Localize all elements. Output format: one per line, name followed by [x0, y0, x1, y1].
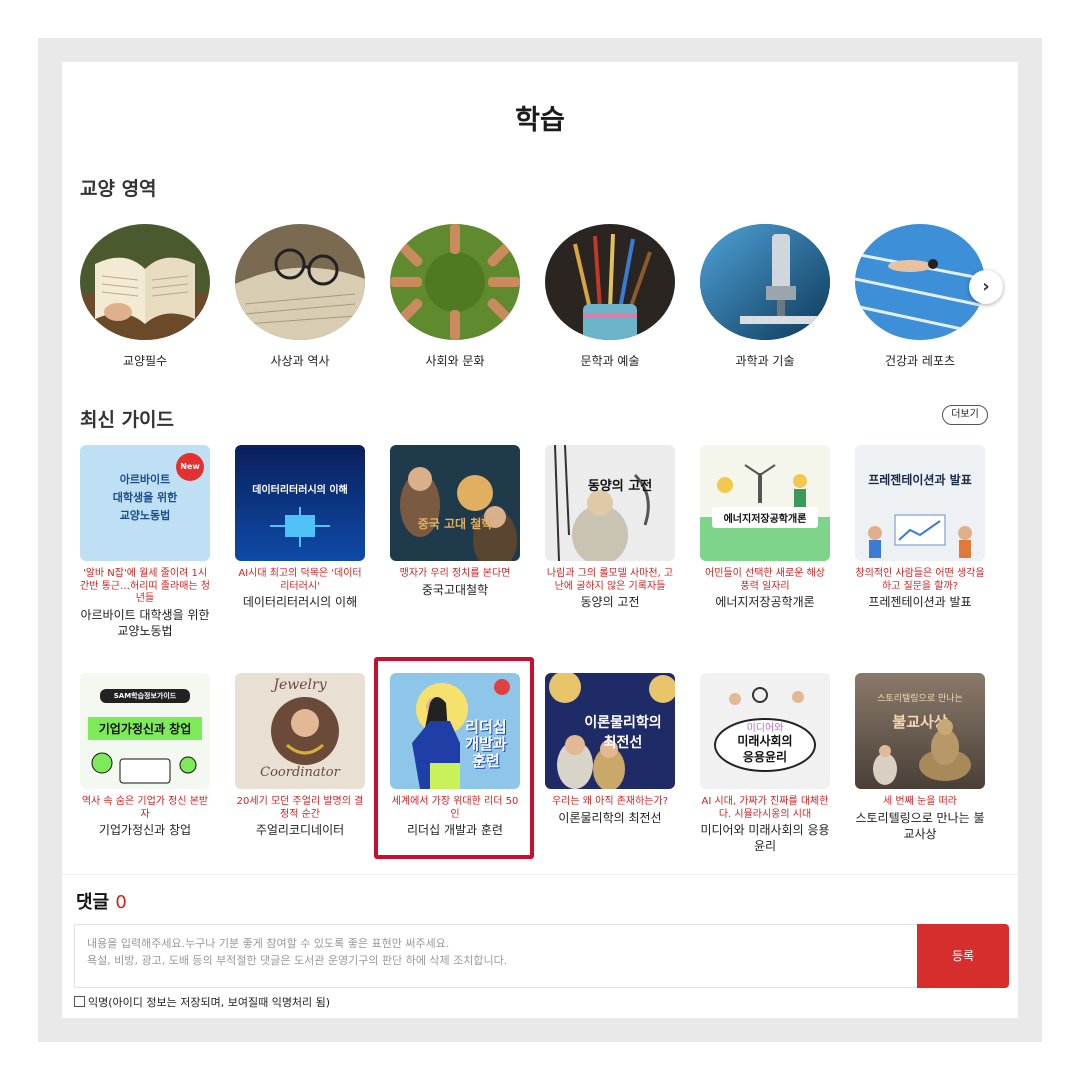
guide-description: AI시대 최고의 덕목은 '데이터 리터러시' — [238, 568, 362, 592]
comment-input[interactable]: 내용을 입력해주세요.누구나 기분 좋게 참여할 수 있도록 좋은 표현만 써주… — [74, 924, 919, 988]
category-carousel: 교양필수 사상과 역사 사회와 문화 문학과 예술 과학과 기술 건강과 레포츠 — [80, 224, 1000, 374]
guide-thumbnail: 동양의 고전 — [545, 445, 675, 561]
guide-thumbnail: SAM학습정보가이드 기업가정신과 창업 — [80, 673, 210, 789]
guide-thumbnail: 데이터리터러시의 이해 — [235, 445, 365, 561]
category-science-tech[interactable]: 과학과 기술 — [700, 224, 830, 369]
guide-thumbnail: 중국 고대 철학 — [390, 445, 520, 561]
liberal-arts-title: 교양 영역 — [80, 178, 157, 200]
guide-description: 나림과 그의 롤모델 사마천, 고난에 굴하지 않은 기록자들 — [546, 568, 674, 592]
guide-description: 우리는 왜 아직 존재하는가? — [551, 796, 669, 807]
latest-guides-title: 최신 가이드 — [80, 409, 175, 431]
guide-name: 에너지저장공학개론 — [715, 595, 815, 609]
guide-card[interactable]: 동양의 고전 나림과 그의 롤모델 사마천, 고난에 굴하지 않은 기록자들 동… — [545, 445, 675, 610]
guide-card[interactable]: 이론물리학의 최전선 우리는 왜 아직 존재하는가? 이론물리학의 최전선 — [545, 673, 675, 826]
microscope-photo — [700, 224, 830, 340]
learning-panel: 학습 교양 영역 교양필수 사상과 역사 사회와 문화 문학과 예술 과학과 기… — [62, 62, 1018, 1018]
guide-name: 미디어와 미래사회의 응용윤리 — [700, 823, 830, 853]
hands-circle-photo — [390, 224, 520, 340]
thumbnail-text: 이론물리학의 최전선 — [584, 715, 662, 751]
thumbnail-top-text: 미디어와 — [746, 723, 784, 734]
guide-name: 아르바이트 대학생을 위한 교양노동법 — [80, 607, 210, 638]
section-divider — [62, 874, 1018, 875]
guide-name: 기업가정신과 창업 — [98, 823, 192, 837]
anonymous-checkbox[interactable]: 익명(아이디 정보는 저장되며, 보여질때 익명처리 됨) — [74, 994, 330, 1010]
category-literature-art[interactable]: 문학과 예술 — [545, 224, 675, 369]
comments-title: 댓글 — [76, 892, 110, 913]
glasses-book-photo — [235, 224, 365, 340]
paintbrushes-photo — [545, 224, 675, 340]
category-label: 교양필수 — [122, 354, 168, 368]
thumbnail-text: 데이터리터러시의 이해 — [252, 485, 348, 496]
guide-card[interactable]: 데이터리터러시의 이해 AI시대 최고의 덕목은 '데이터 리터러시' 데이터리… — [235, 445, 365, 610]
category-label: 과학과 기술 — [735, 354, 795, 368]
selected-card-highlight — [374, 657, 534, 859]
carousel-next-button[interactable]: › — [969, 270, 1003, 304]
thumbnail-text: Coordinator — [260, 765, 340, 780]
guide-name: 데이터리터러시의 이해 — [242, 595, 358, 609]
guide-description: 20세기 모던 주얼리 발명의 결정적 순간 — [236, 796, 364, 820]
startup-illustration — [91, 752, 197, 784]
sage-ink-illustration — [554, 445, 650, 561]
new-badge: New — [176, 453, 204, 481]
thumbnail-text: 중국 고대 철학 — [417, 517, 493, 531]
guide-thumbnail: 에너지저장공학개론 — [700, 445, 830, 561]
category-general-required[interactable]: 교양필수 — [80, 224, 210, 369]
guide-description: 역사 속 숨은 기업가 정신 본받자 — [81, 796, 209, 820]
guide-thumbnail: Jewelry Coordinator — [235, 673, 365, 789]
anonymous-label: 익명(아이디 정보는 저장되며, 보여질때 익명처리 됨) — [88, 996, 331, 1009]
category-label: 건강과 레포츠 — [884, 354, 956, 368]
chevron-right-icon: › — [982, 276, 990, 297]
guide-thumbnail: 이론물리학의 최전선 — [545, 673, 675, 789]
category-label: 사상과 역사 — [270, 354, 330, 368]
guide-description: 어민들이 선택한 새로운 해상 풍력 일자리 — [705, 568, 825, 592]
guide-card[interactable]: 에너지저장공학개론 어민들이 선택한 새로운 해상 풍력 일자리 에너지저장공학… — [700, 445, 830, 610]
thumbnail-top-text: Jewelry — [273, 677, 327, 693]
comment-count: 0 — [115, 892, 127, 913]
philosophers-illustration — [400, 467, 517, 561]
guide-description: 세 번째 눈을 떠라 — [883, 796, 957, 807]
category-label: 문학과 예술 — [580, 354, 640, 368]
guide-card[interactable]: 스토리텔링으로 만나는 불교사상 세 번째 눈을 떠라 스토리텔링으로 만나는 … — [855, 673, 985, 842]
guide-name: 중국고대철학 — [421, 582, 489, 597]
buddha-illustration — [873, 719, 971, 785]
guide-name: 프레젠테이션과 발표 — [868, 595, 972, 609]
guide-description: 맹자가 우리 정치를 본다면 — [399, 568, 511, 579]
submit-comment-button[interactable]: 등록 — [917, 924, 1009, 988]
guide-name: 이론물리학의 최전선 — [558, 810, 662, 825]
open-book-photo — [80, 224, 210, 340]
guide-thumbnail: 미디어와 미래사회의 응용윤리 — [700, 673, 830, 789]
thumbnail-text: 미래사회의 응용윤리 — [737, 734, 793, 764]
swimming-pool-photo — [855, 224, 985, 340]
comment-placeholder-line1: 내용을 입력해주세요.누구나 기분 좋게 참여할 수 있도록 좋은 표현만 써주… — [87, 937, 450, 950]
comments-heading: 댓글 0 — [76, 888, 127, 914]
guide-card[interactable]: SAM학습정보가이드 기업가정신과 창업 역사 속 숨은 기업가 정신 본받자 … — [80, 673, 210, 838]
thumbnail-text: 에너지저장공학개론 — [712, 507, 818, 528]
guide-name: 동양의 고전 — [580, 595, 640, 609]
guide-name: 스토리텔링으로 만나는 불교사상 — [855, 810, 985, 841]
guide-card[interactable]: Jewelry Coordinator 20세기 모던 주얼리 발명의 결정적 … — [235, 673, 365, 838]
energy-illustration — [700, 464, 830, 561]
thumbnail-text: 동양의 고전 — [587, 479, 653, 494]
category-health-sports[interactable]: 건강과 레포츠 — [855, 224, 985, 369]
category-label: 사회와 문화 — [425, 354, 485, 368]
guide-name: 주얼리코디네이터 — [255, 823, 345, 837]
guide-card[interactable]: 프레젠테이션과 발표 창의적인 사람들은 어떤 생각을 하고 질문을 할까? 프… — [855, 445, 985, 610]
guide-description: '알바 N잡'에 월세 줄이려 1시간반 통근…허리띠 졸라매는 청년들 — [80, 568, 210, 604]
guide-thumbnail: 스토리텔링으로 만나는 불교사상 — [855, 673, 985, 789]
guide-card[interactable]: 중국 고대 철학 맹자가 우리 정치를 본다면 중국고대철학 — [390, 445, 520, 598]
guide-description: AI 시대, 가짜가 진짜를 대체한다. 시뮬라시옹의 시대 — [701, 796, 829, 820]
guide-description: 창의적인 사람들은 어떤 생각을 하고 질문을 할까? — [855, 568, 985, 592]
checkbox-icon[interactable] — [74, 996, 85, 1007]
comment-placeholder-line2: 욕설, 비방, 광고, 도배 등의 부적절한 댓글은 도서관 운영기구의 판단 … — [87, 954, 508, 967]
category-thought-history[interactable]: 사상과 역사 — [235, 224, 365, 369]
guide-thumbnail: 아르바이트 대학생을 위한 교양노동법 New — [80, 445, 210, 561]
guide-card[interactable]: 아르바이트 대학생을 위한 교양노동법 New '알바 N잡'에 월세 줄이려 … — [80, 445, 210, 639]
presentation-illustration — [868, 514, 972, 558]
guide-card[interactable]: 미디어와 미래사회의 응용윤리 AI 시대, 가짜가 진짜를 대체한다. 시뮬라… — [700, 673, 830, 854]
guide-thumbnail: 프레젠테이션과 발표 — [855, 445, 985, 561]
chip-illustration — [270, 507, 330, 547]
category-society-culture[interactable]: 사회와 문화 — [390, 224, 520, 369]
more-button[interactable]: 더보기 — [942, 405, 988, 425]
page-title: 학습 — [515, 105, 565, 136]
